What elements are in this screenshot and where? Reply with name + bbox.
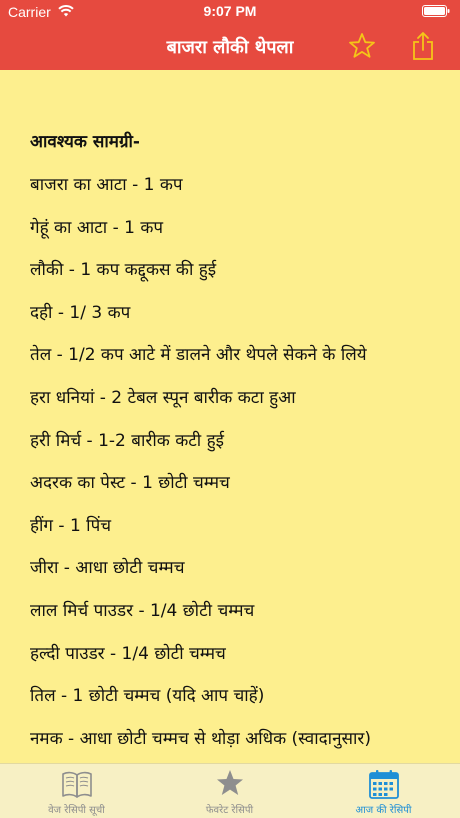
favorite-star-button[interactable] (348, 32, 376, 60)
recipe-content[interactable]: आवश्यक सामग्री- बाजरा का आटा - 1 कप गेहू… (0, 70, 460, 763)
ingredient-item: हरा धनियां - 2 टेबल स्पून बारीक कटा हुआ (30, 387, 296, 408)
ingredient-item: तेल - 1/2 कप आटे में डालने और थेपले सेकन… (30, 345, 367, 366)
page-title: बाजरा लौकी थेपला (166, 37, 294, 58)
ingredient-item: लाल मिर्च पाउडर - 1/4 छोटी चम्मच (30, 600, 255, 621)
ingredient-item: हींग - 1 पिंच (30, 515, 112, 536)
ingredient-item: बाजरा का आटा - 1 कप (30, 175, 183, 195)
tab-bar: वेज रेसिपी सूची फेवरेट रेसिपी आज की रेसि… (0, 763, 460, 818)
tab-veg-recipe-list[interactable]: वेज रेसिपी सूची (0, 764, 153, 818)
calendar-icon (368, 770, 399, 799)
navigation-bar: बाजरा लौकी थेपला (0, 22, 460, 70)
tab-label: वेज रेसिपी सूची (48, 805, 105, 816)
ingredient-item: जीरा - आधा छोटी चम्मच (30, 558, 185, 579)
tab-label: फेवरेट रेसिपी (205, 805, 254, 816)
book-icon (61, 771, 92, 798)
star-icon (216, 770, 243, 795)
tab-favorite-recipe[interactable]: फेवरेट रेसिपी (153, 764, 306, 818)
ingredient-item: गेहूं का आटा - 1 कप (30, 217, 164, 238)
status-bar: Carrier 9:07 PM (0, 0, 460, 22)
share-button[interactable] (410, 31, 436, 61)
ingredient-item: नमक - आधा छोटी चम्मच से थोड़ा अधिक (स्वा… (30, 728, 371, 749)
tab-todays-recipe[interactable]: आज की रेसिपी (307, 764, 460, 818)
ingredient-item: हरी मिर्च - 1-2 बारीक कटी हुई (30, 430, 224, 451)
header: Carrier 9:07 PM बाजरा लौकी थेपला (0, 0, 460, 70)
ingredient-item: हल्दी पाउडर - 1/4 छोटी चम्मच (30, 643, 226, 664)
status-time: 9:07 PM (203, 3, 257, 19)
ingredient-item: दही - 1/ 3 कप (30, 302, 131, 323)
ingredient-item: अदरक का पेस्ट - 1 छोटी चम्मच (30, 473, 230, 494)
ingredient-item: तिल - 1 छोटी चम्मच (यदि आप चाहें) (30, 686, 265, 707)
tab-label: आज की रेसिपी (355, 805, 412, 816)
ingredient-item: लौकी - 1 कप कद्दूकस की हुई (30, 260, 217, 281)
battery-icon (422, 5, 450, 17)
ingredients-heading: आवश्यक सामग्री- (30, 132, 140, 152)
ingredient-list: बाजरा का आटा - 1 कप गेहूं का आटा - 1 कप … (30, 172, 450, 763)
